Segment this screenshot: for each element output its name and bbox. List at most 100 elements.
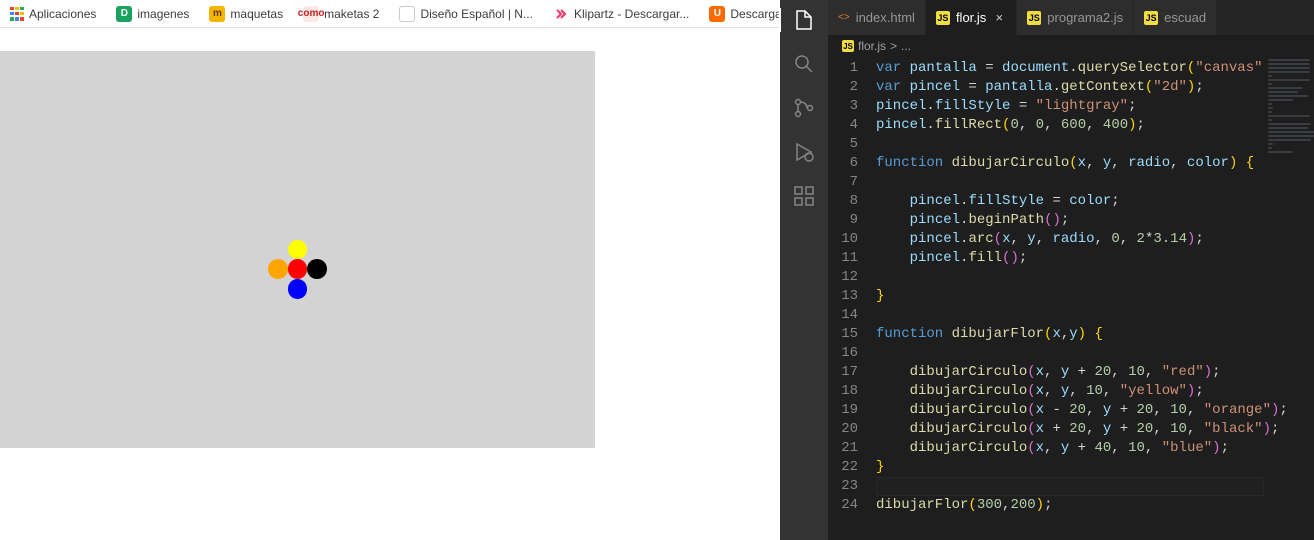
run-debug-icon[interactable]	[792, 140, 816, 164]
bookmark-item[interactable]: Dimagenes	[116, 6, 189, 22]
code-line[interactable]: function dibujarFlor(x,y) {	[876, 325, 1314, 344]
editor-tab[interactable]: JS programa2.js	[1017, 0, 1134, 35]
code-line[interactable]: var pincel = pantalla.getContext("2d");	[876, 78, 1314, 97]
line-number: 10	[828, 230, 858, 249]
browser-viewport	[0, 28, 780, 540]
code-line[interactable]: dibujarCirculo(x - 20, y + 20, 10, "oran…	[876, 401, 1314, 420]
bookmark-label: maquetas	[230, 7, 283, 21]
line-number: 15	[828, 325, 858, 344]
editor-tab[interactable]: <>index.html	[828, 0, 926, 35]
line-number: 13	[828, 287, 858, 306]
breadcrumb-file: flor.js	[858, 39, 886, 53]
bookmark-label: Klipartz - Descargar...	[574, 7, 689, 21]
editor-tab[interactable]: JS flor.js ×	[926, 0, 1017, 35]
editor-area: <>index.html JS flor.js × JS programa2.js JS es…	[828, 0, 1314, 540]
code-content[interactable]: var pantalla = document.querySelector("c…	[876, 57, 1314, 540]
line-number: 8	[828, 192, 858, 211]
code-line[interactable]: pincel.fillStyle = color;	[876, 192, 1314, 211]
tab-label: programa2.js	[1047, 10, 1123, 25]
code-line[interactable]	[876, 173, 1314, 192]
canvas-circle	[288, 240, 308, 260]
line-number: 12	[828, 268, 858, 287]
bookmark-favicon	[553, 6, 569, 22]
tabs-row: <>index.html JS flor.js × JS programa2.js JS es…	[828, 0, 1314, 35]
canvas-circle	[268, 259, 288, 279]
apps-label: Aplicaciones	[29, 7, 96, 21]
code-line[interactable]: pincel.arc(x, y, radio, 0, 2*3.14);	[876, 230, 1314, 249]
line-number: 5	[828, 135, 858, 154]
line-number: 14	[828, 306, 858, 325]
line-number: 22	[828, 458, 858, 477]
bookmark-item[interactable]: Diseño Español | N...	[399, 6, 533, 22]
source-control-icon[interactable]	[792, 96, 816, 120]
bookmark-favicon: m	[209, 6, 225, 22]
line-number: 1	[828, 59, 858, 78]
bookmark-favicon: como	[303, 6, 319, 22]
code-line[interactable]: dibujarCirculo(x, y + 20, 10, "red");	[876, 363, 1314, 382]
code-line[interactable]: dibujarCirculo(x + 20, y + 20, 10, "blac…	[876, 420, 1314, 439]
line-number: 6	[828, 154, 858, 173]
bookmark-item[interactable]: U Descargar	[709, 6, 785, 22]
code-line[interactable]: pincel.fillStyle = "lightgray";	[876, 97, 1314, 116]
code-line[interactable]: pincel.fillRect(0, 0, 600, 400);	[876, 116, 1314, 135]
minimap[interactable]	[1264, 57, 1314, 217]
js-icon: JS	[1144, 11, 1158, 25]
bookmark-item[interactable]: como maketas 2	[303, 6, 379, 22]
search-icon[interactable]	[792, 52, 816, 76]
bookmarks-bar: Aplicaciones Dimagenes m maquetas como maket…	[0, 0, 780, 28]
canvas[interactable]	[0, 51, 595, 448]
bookmark-label: Diseño Español | N...	[420, 7, 533, 21]
bookmark-label: maketas 2	[324, 7, 379, 21]
line-number: 2	[828, 78, 858, 97]
editor-tab[interactable]: JS escuad	[1134, 0, 1217, 35]
breadcrumb-rest: ...	[901, 39, 911, 53]
line-number: 17	[828, 363, 858, 382]
breadcrumb[interactable]: JS flor.js > ...	[828, 35, 1314, 57]
line-number: 11	[828, 249, 858, 268]
activity-bar	[780, 0, 828, 540]
close-icon[interactable]: ×	[992, 11, 1006, 25]
extensions-icon[interactable]	[792, 184, 816, 208]
canvas-circle	[288, 279, 308, 299]
bookmark-favicon: D	[116, 6, 132, 22]
tab-label: index.html	[856, 10, 915, 25]
code-line[interactable]: dibujarFlor(300,200);	[876, 496, 1314, 515]
tab-label: flor.js	[956, 10, 986, 25]
code-line[interactable]: pincel.beginPath();	[876, 211, 1314, 230]
line-number: 9	[828, 211, 858, 230]
line-number: 4	[828, 116, 858, 135]
js-icon: JS	[1027, 11, 1041, 25]
js-icon: JS	[936, 11, 950, 25]
canvas-circle	[288, 259, 308, 279]
explorer-icon[interactable]	[779, 8, 827, 32]
line-number: 20	[828, 420, 858, 439]
line-number: 24	[828, 496, 858, 515]
code-line[interactable]	[876, 135, 1314, 154]
bookmark-item[interactable]: Klipartz - Descargar...	[553, 6, 689, 22]
bookmark-label: Descargar	[730, 7, 785, 21]
code-line[interactable]: dibujarCirculo(x, y + 40, 10, "blue");	[876, 439, 1314, 458]
tab-label: escuad	[1164, 10, 1206, 25]
code-line[interactable]	[876, 306, 1314, 325]
line-number: 7	[828, 173, 858, 192]
code-line[interactable]: }	[876, 458, 1314, 477]
code-line[interactable]: var pantalla = document.querySelector("c…	[876, 59, 1314, 78]
bookmark-item[interactable]: m maquetas	[209, 6, 283, 22]
line-number: 19	[828, 401, 858, 420]
bookmark-label: imagenes	[137, 7, 189, 21]
bookmark-favicon: U	[709, 6, 725, 22]
line-number: 21	[828, 439, 858, 458]
apps-icon	[10, 7, 24, 21]
line-gutter: 123456789101112131415161718192021222324	[828, 57, 876, 540]
line-number: 16	[828, 344, 858, 363]
code-line[interactable]: pincel.fill();	[876, 249, 1314, 268]
code-line[interactable]: dibujarCirculo(x, y, 10, "yellow");	[876, 382, 1314, 401]
code-line[interactable]	[876, 344, 1314, 363]
code-line[interactable]: }	[876, 287, 1314, 306]
apps-button[interactable]: Aplicaciones	[10, 7, 96, 21]
code-line[interactable]	[876, 477, 1314, 496]
code-line[interactable]	[876, 268, 1314, 287]
code-editor[interactable]: 123456789101112131415161718192021222324 …	[828, 57, 1314, 540]
line-number: 3	[828, 97, 858, 116]
code-line[interactable]: function dibujarCirculo(x, y, radio, col…	[876, 154, 1314, 173]
